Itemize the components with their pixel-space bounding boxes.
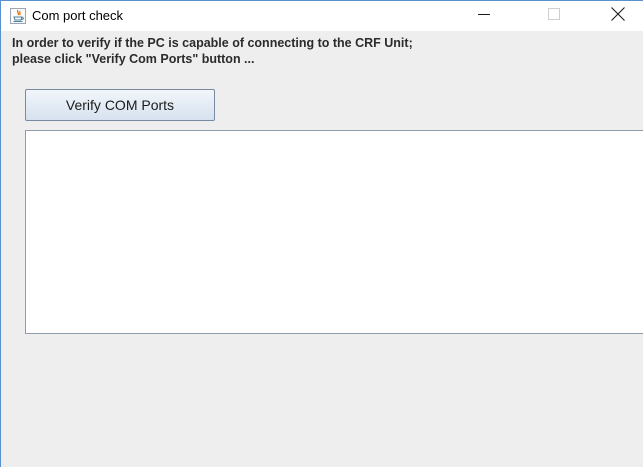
close-button[interactable]	[595, 1, 641, 31]
instruction-line-2: please click "Verify Com Ports" button .…	[12, 52, 255, 66]
window-title: Com port check	[32, 8, 124, 23]
maximize-button[interactable]	[531, 1, 577, 31]
minimize-icon	[478, 7, 490, 25]
close-icon	[611, 6, 625, 26]
minimize-button[interactable]	[461, 1, 507, 31]
app-window: Com port check In order to verify if the…	[0, 0, 643, 467]
content-panel: In order to verify if the PC is capable …	[1, 31, 643, 467]
instruction-line-1: In order to verify if the PC is capable …	[12, 36, 413, 50]
instruction-text: In order to verify if the PC is capable …	[12, 35, 413, 67]
maximize-icon	[548, 7, 560, 25]
output-text-area[interactable]	[25, 130, 643, 334]
verify-com-ports-button[interactable]: Verify COM Ports	[25, 89, 215, 121]
java-icon	[10, 8, 26, 24]
title-bar[interactable]: Com port check	[1, 1, 643, 31]
